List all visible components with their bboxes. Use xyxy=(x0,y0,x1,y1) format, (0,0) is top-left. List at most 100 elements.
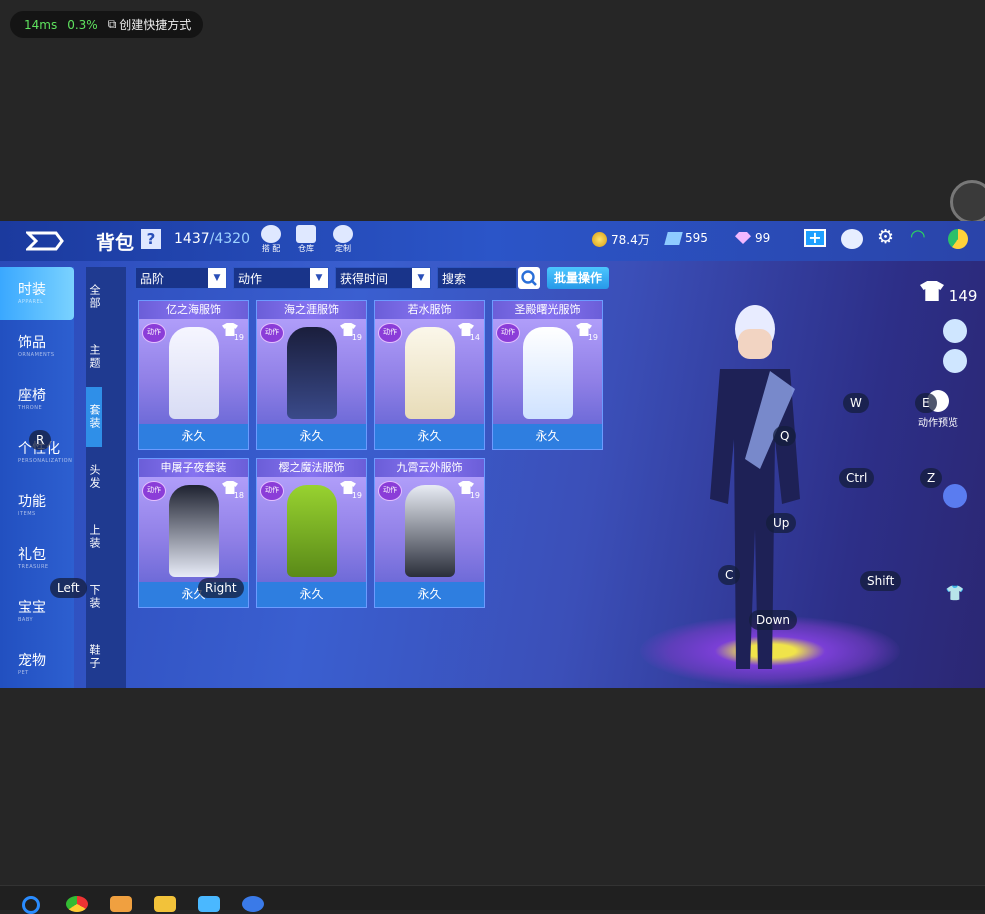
item-name: 申屠子夜套装 xyxy=(139,459,248,477)
item-duration: 永久 xyxy=(375,424,484,449)
item-card[interactable]: 海之涯服饰 动作 19 永久 xyxy=(256,300,367,450)
warehouse-button[interactable]: 仓库 xyxy=(293,225,319,254)
item-count-tag: 14 xyxy=(454,322,480,344)
outfit-figure xyxy=(405,485,455,577)
notepad-icon[interactable] xyxy=(198,896,220,912)
rank-dropdown[interactable]: 品阶 ▼ xyxy=(135,267,227,289)
create-shortcut-button[interactable]: ⧉ 创建快捷方式 xyxy=(108,16,192,33)
item-card[interactable]: 若水服饰动作 14 永久 xyxy=(374,300,485,450)
music-icon[interactable] xyxy=(943,349,967,373)
diamond-icon xyxy=(735,232,751,244)
search-button[interactable] xyxy=(518,267,540,289)
subcategory-tabs: 全部 主题 套装 头发 上装 下装 鞋子 xyxy=(86,267,126,688)
sidebar-item-throne[interactable]: 座椅 THRONE xyxy=(0,373,74,426)
item-count-tag: 19 xyxy=(336,480,362,502)
chevron-down-icon: ▼ xyxy=(310,268,328,288)
bag-capacity: 1437/4320 xyxy=(174,231,250,247)
item-duration: 永久 xyxy=(375,582,484,607)
wifi-icon: ◠ xyxy=(910,226,926,247)
key-hint-down: Down xyxy=(749,610,798,630)
key-hint-w: W xyxy=(843,393,869,413)
sidebar-item-apparel[interactable]: 时装 APPAREL xyxy=(0,267,74,320)
tickets-display: 595 xyxy=(664,231,708,245)
settings-icon[interactable]: ⚙ xyxy=(877,226,894,248)
batch-operation-button[interactable]: 批量操作 xyxy=(547,267,609,289)
coin-icon xyxy=(592,232,607,247)
key-hint-up: Up xyxy=(766,513,797,533)
tab-shoes[interactable]: 鞋子 xyxy=(86,627,102,687)
outfit-figure xyxy=(287,485,337,577)
outfit-figure xyxy=(523,327,573,419)
add-currency-icon[interactable]: + xyxy=(804,229,826,247)
load-text: 0.3% xyxy=(67,17,98,32)
friends-icon[interactable] xyxy=(841,229,863,249)
car-icon[interactable] xyxy=(943,319,967,343)
tab-all[interactable]: 全部 xyxy=(86,267,102,327)
outfit-count: 149 xyxy=(920,281,977,305)
game-viewport: 背包 ? 1437/4320 搭 配 仓库 定制 78.4万 595 99 + … xyxy=(0,221,985,688)
help-button[interactable]: ? xyxy=(141,229,161,249)
latency-text: 14ms xyxy=(24,17,58,32)
item-card[interactable]: 九霄云外服饰 动作 19 永久 xyxy=(374,458,485,608)
wardrobe-shirt-icon[interactable]: 👕 xyxy=(943,584,967,608)
sidebar-item-ornaments[interactable]: 饰品 ORNAMENTS xyxy=(0,320,74,373)
item-card[interactable]: 樱之魔法服饰 动作 19 永久 xyxy=(256,458,367,608)
action-badge: 动作 xyxy=(378,323,402,343)
search-input[interactable]: 搜索 xyxy=(437,267,517,289)
chrome-icon[interactable] xyxy=(66,896,88,912)
item-count-tag: 19 xyxy=(218,322,244,344)
action-badge: 动作 xyxy=(142,481,166,501)
custom-button[interactable]: 定制 xyxy=(330,225,356,254)
outfit-button[interactable]: 搭 配 xyxy=(258,225,284,254)
action-badge: 动作 xyxy=(378,481,402,501)
key-hint-left: Left xyxy=(50,578,87,598)
shirt-icon xyxy=(920,281,944,301)
tab-bottom[interactable]: 下装 xyxy=(86,567,102,627)
gender-icon[interactable] xyxy=(943,484,967,508)
item-name: 樱之魔法服饰 xyxy=(257,459,366,477)
battery-icon xyxy=(948,229,968,249)
edge-icon[interactable] xyxy=(22,896,40,914)
outfit-icon xyxy=(261,225,281,243)
tab-suit[interactable]: 套装 xyxy=(86,387,102,447)
item-card[interactable]: 圣殿曙光服饰 动作 19 永久 xyxy=(492,300,603,450)
item-count-tag: 19 xyxy=(454,480,480,502)
floating-hex-button[interactable] xyxy=(950,180,985,224)
tab-hair[interactable]: 头发 xyxy=(86,447,102,507)
custom-icon xyxy=(333,225,353,243)
folder-icon[interactable] xyxy=(154,896,176,912)
tab-top[interactable]: 上装 xyxy=(86,507,102,567)
item-card[interactable]: 亿之海服饰 动作 19 永久 xyxy=(138,300,249,450)
item-count-tag: 19 xyxy=(572,322,598,344)
time-dropdown[interactable]: 获得时间 ▼ xyxy=(335,267,431,289)
key-hint-e: E xyxy=(915,393,937,413)
chevron-down-icon: ▼ xyxy=(412,268,430,288)
outfit-figure xyxy=(287,327,337,419)
filter-bar: 品阶 ▼ 动作 ▼ 获得时间 ▼ 搜索 xyxy=(135,267,517,289)
action-badge: 动作 xyxy=(142,323,166,343)
item-duration: 永久 xyxy=(493,424,602,449)
key-hint-shift: Shift xyxy=(860,571,902,591)
diamonds-display: 99 xyxy=(735,231,770,245)
sidebar-item-pet[interactable]: 宠物 PET xyxy=(0,638,74,688)
taskbar xyxy=(0,885,985,914)
action-dropdown[interactable]: 动作 ▼ xyxy=(233,267,329,289)
key-hint-c: C xyxy=(718,565,741,585)
game-logo-icon xyxy=(26,231,64,251)
chevron-down-icon: ▼ xyxy=(208,268,226,288)
key-hint-ctrl: Ctrl xyxy=(839,468,875,488)
item-name: 若水服饰 xyxy=(375,301,484,319)
tab-theme[interactable]: 主题 xyxy=(86,327,102,387)
action-badge: 动作 xyxy=(496,323,520,343)
active-app-icon[interactable] xyxy=(242,896,264,912)
shortcut-icon: ⧉ xyxy=(107,17,117,31)
app-icon[interactable] xyxy=(110,896,132,912)
action-badge: 动作 xyxy=(260,323,284,343)
item-duration: 永久 xyxy=(139,424,248,449)
action-preview-button[interactable]: 动作预览 xyxy=(918,390,958,429)
key-hint-z: Z xyxy=(920,468,943,488)
category-sidebar: 时装APPAREL 饰品ORNAMENTS 座椅THRONE 个性化PERSON… xyxy=(0,267,74,688)
item-count-tag: 19 xyxy=(336,322,362,344)
item-duration: 永久 xyxy=(257,582,366,607)
sidebar-item-items[interactable]: 功能 ITEMS xyxy=(0,479,74,532)
